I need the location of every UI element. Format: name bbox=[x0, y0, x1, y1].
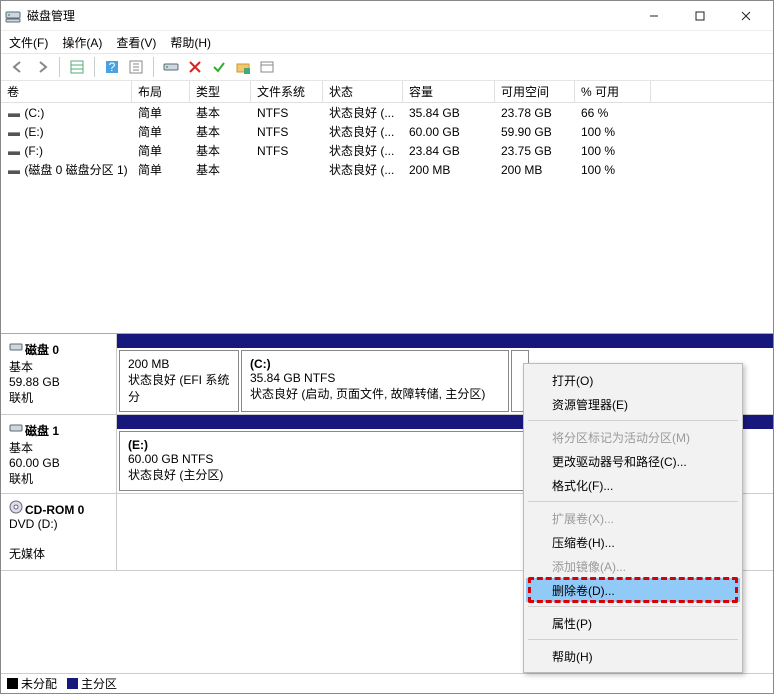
col-status[interactable]: 状态 bbox=[323, 81, 403, 102]
table-row[interactable]: ▬ (E:)简单基本NTFS状态良好 (...60.00 GB59.90 GB1… bbox=[1, 122, 773, 141]
ctx-open[interactable]: 打开(O) bbox=[526, 368, 740, 392]
title-bar: 磁盘管理 bbox=[1, 1, 773, 31]
back-button[interactable] bbox=[7, 56, 29, 78]
menu-bar: 文件(F) 操作(A) 查看(V) 帮助(H) bbox=[1, 31, 773, 53]
disk-icon: ▬ bbox=[7, 125, 21, 139]
disk-icon bbox=[9, 340, 23, 354]
legend: 未分配 主分区 bbox=[1, 673, 773, 693]
delete-icon[interactable] bbox=[184, 56, 206, 78]
maximize-button[interactable] bbox=[677, 1, 723, 31]
disk-icon bbox=[9, 421, 23, 435]
table-row[interactable]: ▬ (F:)简单基本NTFS状态良好 (...23.84 GB23.75 GB1… bbox=[1, 141, 773, 160]
col-pct[interactable]: % 可用 bbox=[575, 81, 651, 102]
ctx-properties[interactable]: 属性(P) bbox=[526, 611, 740, 635]
legend-primary: 主分区 bbox=[81, 677, 117, 691]
legend-unallocated: 未分配 bbox=[21, 677, 57, 691]
cdrom-icon bbox=[9, 500, 23, 514]
volume-list-header: 卷 布局 类型 文件系统 状态 容量 可用空间 % 可用 bbox=[1, 81, 773, 103]
forward-button[interactable] bbox=[31, 56, 53, 78]
volume-list[interactable]: ▬ (C:)简单基本NTFS状态良好 (...35.84 GB23.78 GB6… bbox=[1, 103, 773, 333]
col-volume[interactable]: 卷 bbox=[1, 81, 132, 102]
col-fs[interactable]: 文件系统 bbox=[251, 81, 323, 102]
window-title: 磁盘管理 bbox=[27, 7, 631, 24]
app-icon bbox=[5, 8, 21, 24]
refresh-icon[interactable] bbox=[160, 56, 182, 78]
col-free[interactable]: 可用空间 bbox=[495, 81, 575, 102]
partition[interactable]: (E:)60.00 GB NTFS状态良好 (主分区) bbox=[119, 431, 527, 491]
minimize-button[interactable] bbox=[631, 1, 677, 31]
menu-help[interactable]: 帮助(H) bbox=[170, 34, 211, 51]
toolbar: ? bbox=[1, 53, 773, 81]
ctx-shrink[interactable]: 压缩卷(H)... bbox=[526, 530, 740, 554]
disk-icon: ▬ bbox=[7, 106, 21, 120]
ctx-delete-volume[interactable]: 删除卷(D)... bbox=[526, 578, 740, 602]
props-icon[interactable] bbox=[125, 56, 147, 78]
disk-icon: ▬ bbox=[7, 163, 21, 177]
table-row[interactable]: ▬ (C:)简单基本NTFS状态良好 (...35.84 GB23.78 GB6… bbox=[1, 103, 773, 122]
menu-file[interactable]: 文件(F) bbox=[9, 34, 48, 51]
close-button[interactable] bbox=[723, 1, 769, 31]
col-layout[interactable]: 布局 bbox=[132, 81, 190, 102]
window-icon[interactable] bbox=[256, 56, 278, 78]
view-list-icon[interactable] bbox=[66, 56, 88, 78]
menu-view[interactable]: 查看(V) bbox=[116, 34, 156, 51]
help-icon[interactable]: ? bbox=[101, 56, 123, 78]
ctx-format[interactable]: 格式化(F)... bbox=[526, 473, 740, 497]
context-menu: 打开(O) 资源管理器(E) 将分区标记为活动分区(M) 更改驱动器号和路径(C… bbox=[523, 363, 743, 673]
ctx-mark-active: 将分区标记为活动分区(M) bbox=[526, 425, 740, 449]
svg-text:?: ? bbox=[109, 60, 116, 74]
ctx-help[interactable]: 帮助(H) bbox=[526, 644, 740, 668]
menu-action[interactable]: 操作(A) bbox=[62, 34, 102, 51]
table-row[interactable]: ▬ (磁盘 0 磁盘分区 1)简单基本状态良好 (...200 MB200 MB… bbox=[1, 160, 773, 179]
ctx-add-mirror: 添加镜像(A)... bbox=[526, 554, 740, 578]
disk-icon: ▬ bbox=[7, 144, 21, 158]
ctx-change-drive[interactable]: 更改驱动器号和路径(C)... bbox=[526, 449, 740, 473]
check-icon[interactable] bbox=[208, 56, 230, 78]
partition[interactable]: 200 MB状态良好 (EFI 系统分 bbox=[119, 350, 239, 412]
ctx-extend: 扩展卷(X)... bbox=[526, 506, 740, 530]
folder-add-icon[interactable] bbox=[232, 56, 254, 78]
col-type[interactable]: 类型 bbox=[190, 81, 251, 102]
ctx-explorer[interactable]: 资源管理器(E) bbox=[526, 392, 740, 416]
partition[interactable]: (C:)35.84 GB NTFS状态良好 (启动, 页面文件, 故障转储, 主… bbox=[241, 350, 509, 412]
col-capacity[interactable]: 容量 bbox=[403, 81, 495, 102]
